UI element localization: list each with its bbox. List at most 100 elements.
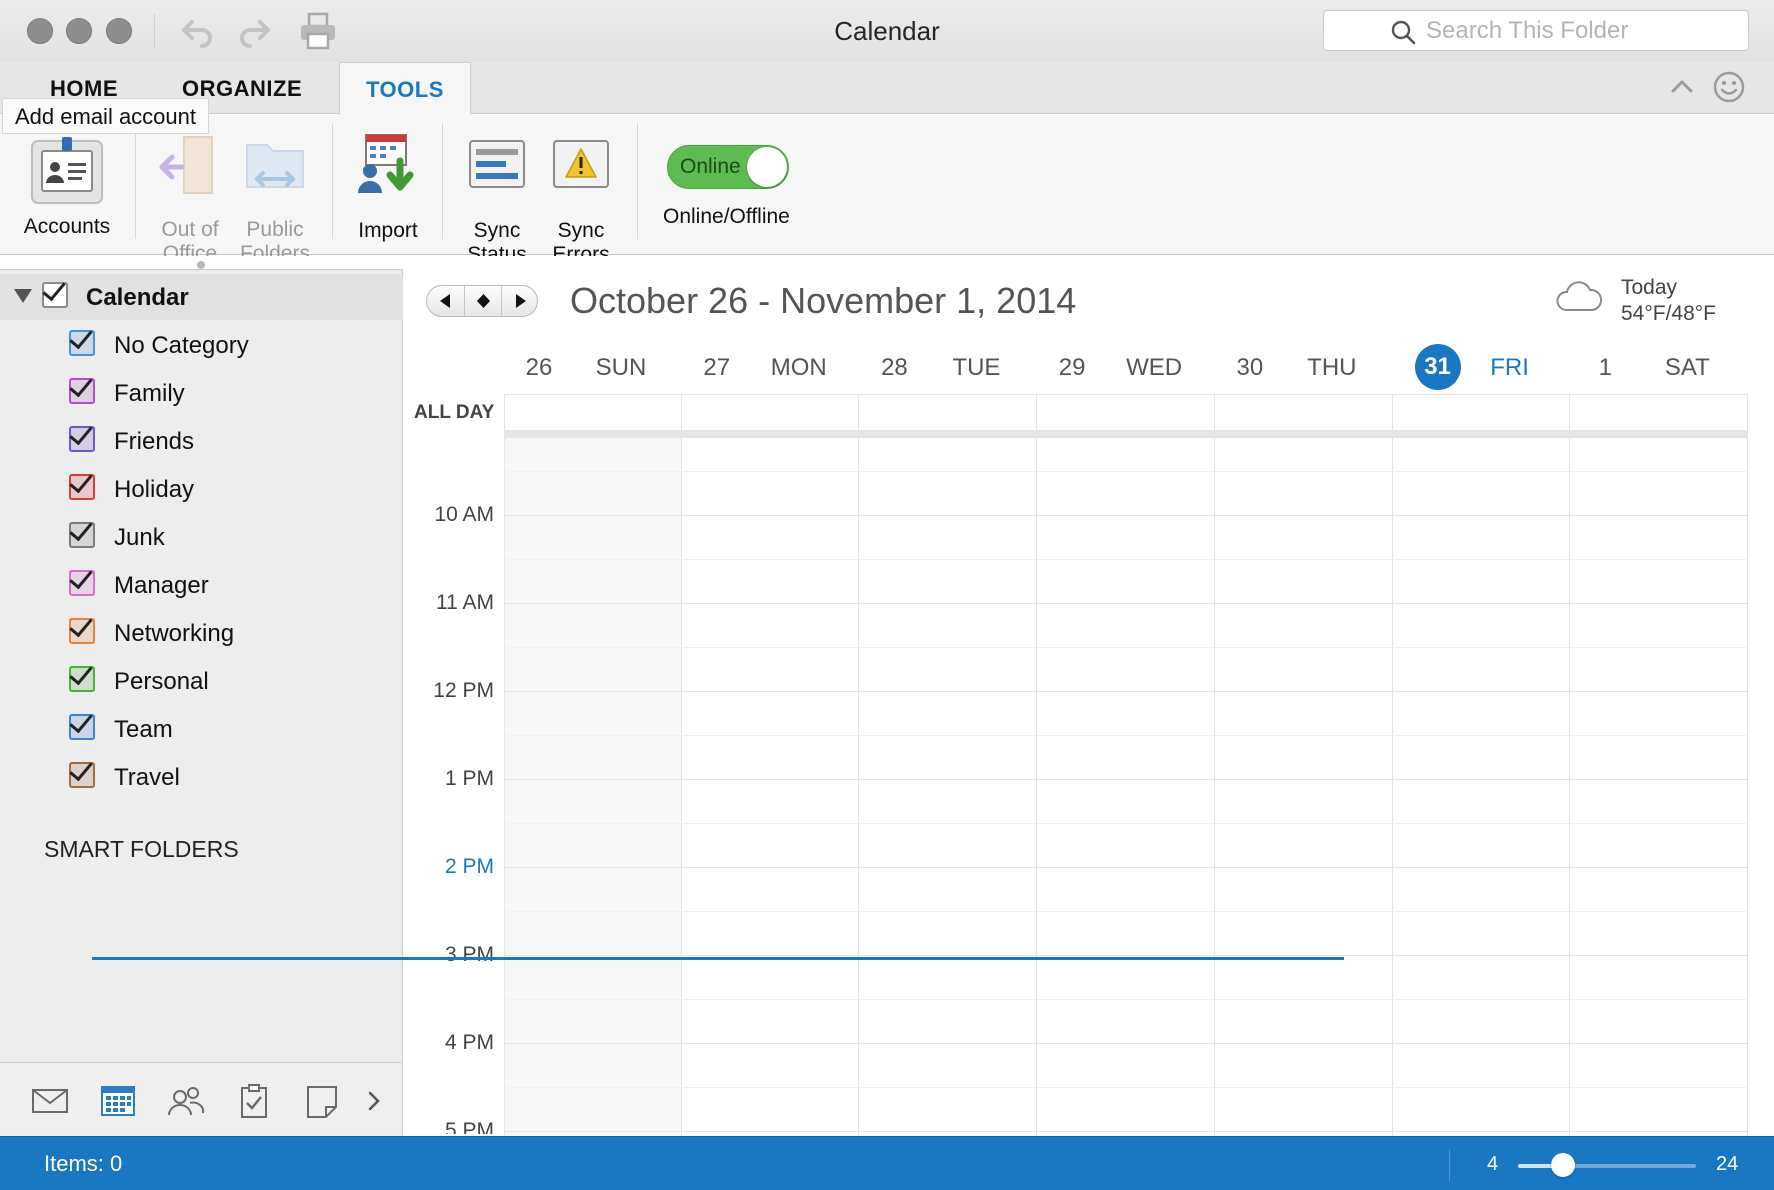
out-of-office-button[interactable]: Out of Office bbox=[158, 135, 222, 265]
calendar-module-icon[interactable] bbox=[98, 1083, 138, 1119]
ribbon-divider bbox=[135, 123, 136, 239]
tab-tools[interactable]: TOOLS bbox=[339, 62, 471, 115]
day-name[interactable]: TUE bbox=[931, 354, 1021, 382]
calendar-folder-label: Calendar bbox=[86, 284, 189, 311]
category-checkbox[interactable] bbox=[69, 324, 95, 356]
day-number[interactable]: 30 bbox=[1225, 354, 1275, 382]
checkmark-icon bbox=[69, 612, 93, 638]
today-button[interactable] bbox=[464, 286, 501, 316]
category-checkbox[interactable] bbox=[69, 468, 95, 500]
accounts-button[interactable]: Accounts bbox=[24, 133, 110, 238]
hour-gridline bbox=[504, 779, 1748, 780]
next-week-button[interactable] bbox=[501, 286, 538, 316]
all-day-cell[interactable] bbox=[504, 395, 682, 431]
category-row[interactable]: Holiday bbox=[0, 464, 403, 512]
cloud-icon bbox=[1556, 281, 1602, 311]
day-number[interactable]: 29 bbox=[1047, 354, 1097, 382]
all-day-cell[interactable] bbox=[1037, 395, 1215, 431]
day-name[interactable]: MON bbox=[754, 354, 844, 382]
day-number[interactable]: 26 bbox=[514, 354, 564, 382]
triangle-left-icon bbox=[440, 294, 450, 308]
all-day-cell[interactable] bbox=[859, 395, 1038, 431]
sync-errors-button[interactable]: Sync Errors bbox=[550, 135, 612, 266]
all-day-cell[interactable] bbox=[682, 395, 860, 431]
smiley-feedback-icon[interactable] bbox=[1712, 70, 1746, 104]
previous-week-button[interactable] bbox=[427, 286, 464, 316]
all-day-cell[interactable] bbox=[1570, 395, 1748, 431]
category-checkbox[interactable] bbox=[69, 564, 95, 596]
print-icon[interactable] bbox=[298, 12, 338, 50]
category-row[interactable]: Networking bbox=[0, 608, 403, 656]
category-checkbox[interactable] bbox=[69, 372, 95, 404]
day-column[interactable] bbox=[1570, 438, 1748, 1136]
today-date-badge[interactable]: 31 bbox=[1414, 344, 1461, 390]
zoom-slider-thumb[interactable] bbox=[1550, 1153, 1575, 1177]
category-checkbox[interactable] bbox=[69, 516, 95, 548]
redo-icon[interactable] bbox=[236, 12, 276, 48]
time-grid[interactable] bbox=[504, 438, 1748, 1136]
calendar-checkbox[interactable] bbox=[42, 276, 68, 308]
category-checkbox[interactable] bbox=[69, 612, 95, 644]
day-name[interactable]: WED bbox=[1109, 354, 1199, 382]
close-window-button[interactable] bbox=[27, 18, 53, 44]
day-column[interactable] bbox=[504, 438, 682, 1136]
category-checkbox[interactable] bbox=[69, 756, 95, 788]
chevron-right-icon[interactable] bbox=[360, 1083, 390, 1119]
sync-status-button[interactable]: Sync Status bbox=[466, 135, 528, 266]
calendar-folder-row[interactable]: Calendar bbox=[0, 274, 403, 320]
import-button[interactable]: Import bbox=[356, 131, 420, 242]
all-day-divider bbox=[504, 430, 1748, 438]
category-row[interactable]: Travel bbox=[0, 752, 403, 800]
collapse-ribbon-icon[interactable] bbox=[1668, 74, 1696, 98]
category-row[interactable]: Team bbox=[0, 704, 403, 752]
zoom-window-button[interactable] bbox=[106, 18, 132, 44]
category-row[interactable]: Friends bbox=[0, 416, 403, 464]
all-day-cell[interactable] bbox=[1393, 395, 1571, 431]
category-row[interactable]: Personal bbox=[0, 656, 403, 704]
day-column[interactable] bbox=[859, 438, 1038, 1136]
half-hour-gridline bbox=[504, 999, 1748, 1000]
disclosure-triangle-icon[interactable] bbox=[14, 289, 32, 303]
category-row[interactable]: No Category bbox=[0, 320, 403, 368]
search-input[interactable] bbox=[1426, 15, 1726, 47]
undo-icon[interactable] bbox=[176, 12, 216, 48]
day-column[interactable] bbox=[681, 438, 860, 1136]
public-folders-button[interactable]: Public Folders bbox=[240, 135, 310, 265]
category-checkbox[interactable] bbox=[69, 420, 95, 452]
out-of-office-icon bbox=[159, 136, 213, 194]
zoom-min-label: 4 bbox=[1487, 1153, 1499, 1175]
online-offline-toggle[interactable]: Online bbox=[667, 145, 789, 189]
category-checkbox[interactable] bbox=[69, 708, 95, 740]
mail-icon[interactable] bbox=[30, 1083, 70, 1119]
half-hour-gridline bbox=[504, 911, 1748, 912]
minimize-window-button[interactable] bbox=[66, 18, 92, 44]
hour-gridline bbox=[504, 867, 1748, 868]
day-name[interactable]: FRI bbox=[1465, 354, 1555, 382]
public-folders-label-line1: Public bbox=[246, 218, 304, 241]
all-day-cell[interactable] bbox=[1215, 395, 1393, 431]
day-name[interactable]: SAT bbox=[1642, 354, 1732, 382]
day-number[interactable]: 1 bbox=[1580, 354, 1630, 382]
hour-label: 4 PM bbox=[444, 1031, 494, 1054]
all-day-row[interactable] bbox=[504, 394, 1748, 432]
day-column[interactable] bbox=[1037, 438, 1215, 1136]
category-row[interactable]: Manager bbox=[0, 560, 403, 608]
category-row[interactable]: Family bbox=[0, 368, 403, 416]
half-hour-gridline bbox=[504, 735, 1748, 736]
day-number[interactable]: 28 bbox=[869, 354, 919, 382]
sidebar-resize-handle[interactable] bbox=[0, 256, 403, 270]
module-switcher bbox=[0, 1062, 403, 1136]
category-checkbox[interactable] bbox=[69, 660, 95, 692]
day-name[interactable]: THU bbox=[1287, 354, 1377, 382]
notes-icon[interactable] bbox=[302, 1083, 342, 1119]
tasks-icon[interactable] bbox=[234, 1083, 274, 1119]
search-field[interactable] bbox=[1323, 10, 1749, 51]
category-row[interactable]: Junk bbox=[0, 512, 403, 560]
zoom-slider[interactable] bbox=[1518, 1153, 1696, 1177]
day-column[interactable] bbox=[1392, 438, 1571, 1136]
hour-gridline bbox=[504, 691, 1748, 692]
day-number[interactable]: 27 bbox=[692, 354, 742, 382]
people-icon[interactable] bbox=[166, 1083, 206, 1119]
day-column[interactable] bbox=[1214, 438, 1393, 1136]
day-name[interactable]: SUN bbox=[576, 354, 666, 382]
